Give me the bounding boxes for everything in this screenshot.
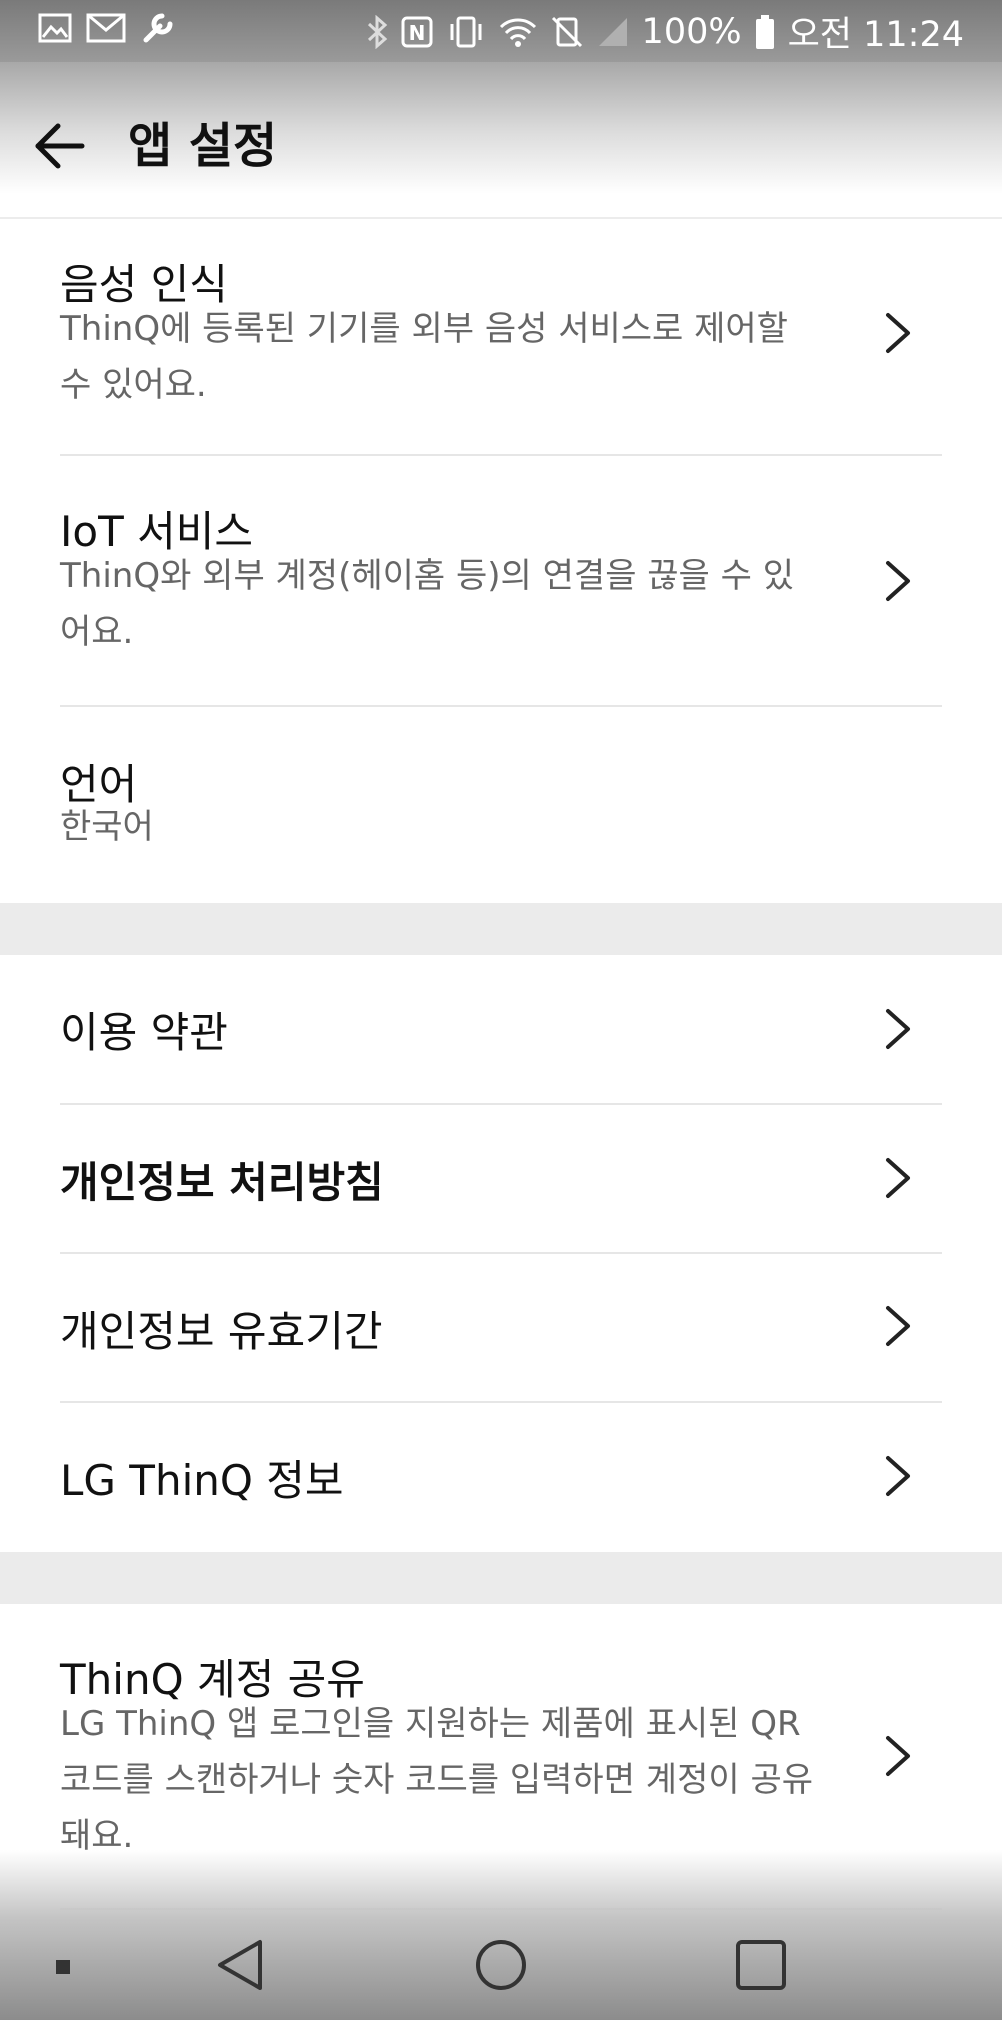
- battery-icon: [755, 14, 774, 49]
- bluetooth-icon: [367, 14, 387, 49]
- chevron-right-icon: [886, 561, 910, 601]
- language-item[interactable]: 언어 한국어: [0, 707, 1002, 903]
- chevron-right-icon: [886, 1158, 910, 1198]
- signal-icon: [598, 17, 627, 46]
- chevron-right-icon: [886, 1456, 910, 1496]
- privacy-period-item[interactable]: 개인정보 유효기간: [0, 1254, 1002, 1401]
- iot-service-item[interactable]: IoT 서비스 ThinQ와 외부 계정(헤이홈 등)의 연결을 끊을 수 있어…: [0, 456, 1002, 706]
- about-thinq-item[interactable]: LG ThinQ 정보: [0, 1403, 1002, 1552]
- iot-service-desc: ThinQ와 외부 계정(헤이홈 등)의 연결을 끊을 수 있어요.: [60, 556, 795, 652]
- wifi-icon: [499, 17, 536, 47]
- language-value: 한국어: [60, 807, 154, 847]
- back-arrow-icon[interactable]: [30, 116, 90, 176]
- app-header: 앱 설정: [0, 62, 1002, 219]
- notification-dot-icon[interactable]: [54, 1958, 72, 1976]
- vibrate-icon: [450, 16, 482, 47]
- terms-of-use-item[interactable]: 이용 약관: [0, 955, 1002, 1103]
- privacy-policy-item[interactable]: 개인정보 처리방침: [0, 1105, 1002, 1252]
- privacy-policy-title: 개인정보 처리방침: [60, 1158, 384, 1207]
- image-icon: [38, 13, 72, 43]
- page-title: 앱 설정: [128, 118, 278, 174]
- account-share-desc: LG ThinQ 앱 로그인을 지원하는 제품에 표시된 QR 코드를 스캔하거…: [60, 1704, 814, 1856]
- gmail-icon: [86, 13, 126, 43]
- chevron-right-icon: [886, 313, 910, 353]
- clock: 오전 11:24: [787, 15, 964, 55]
- nfc-icon: N: [401, 16, 433, 47]
- terms-of-use-title: 이용 약관: [60, 1008, 228, 1057]
- chevron-right-icon: [886, 1306, 910, 1346]
- section-spacer: [0, 903, 1002, 955]
- home-circle-icon[interactable]: [474, 1938, 528, 1992]
- voice-recognition-desc: ThinQ에 등록된 기기를 외부 음성 서비스로 제어할 수 있어요.: [60, 309, 788, 405]
- voice-recognition-item[interactable]: 음성 인식 ThinQ에 등록된 기기를 외부 음성 서비스로 제어할 수 있어…: [0, 219, 1002, 455]
- battery-percent: 100%: [641, 11, 742, 52]
- privacy-period-title: 개인정보 유효기간: [60, 1307, 383, 1356]
- status-bar: N 100% 오전 11:24: [0, 0, 1002, 62]
- wrench-icon: [143, 13, 173, 43]
- svg-text:N: N: [408, 21, 425, 45]
- recents-square-icon[interactable]: [734, 1938, 788, 1992]
- chevron-right-icon: [886, 1009, 910, 1049]
- section-spacer: [0, 1552, 1002, 1604]
- back-triangle-icon[interactable]: [214, 1938, 268, 1992]
- navigation-bar: [0, 1850, 1002, 2020]
- chevron-right-icon: [886, 1736, 910, 1776]
- about-thinq-title: LG ThinQ 정보: [60, 1456, 344, 1505]
- data-off-icon: [551, 16, 582, 47]
